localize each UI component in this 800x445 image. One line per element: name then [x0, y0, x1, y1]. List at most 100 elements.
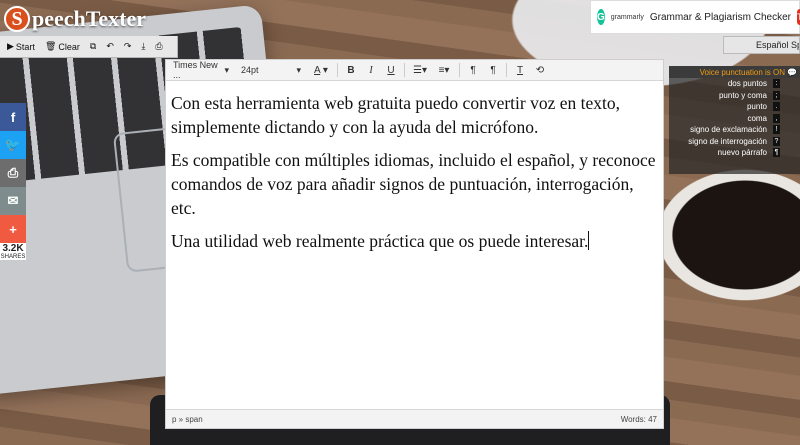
punctuation-item: dos puntos:	[669, 78, 800, 90]
paragraph: Es compatible con múltiples idiomas, inc…	[171, 150, 656, 218]
word-count: Words: 47	[620, 414, 657, 424]
italic-button[interactable]: I	[361, 62, 381, 79]
paragraph-text: Una utilidad web realmente práctica que …	[171, 231, 589, 251]
numbered-list-button[interactable]: ≡▾	[432, 62, 456, 79]
undo-button[interactable]: ↶	[103, 38, 117, 56]
undo-icon: ↶	[106, 41, 114, 51]
element-path: p » span	[172, 414, 203, 424]
download-button[interactable]: ⤓	[138, 38, 148, 56]
punctuation-symbol: !	[773, 125, 780, 135]
main-toolbar: ▶ Start 🗑 Clear ⧉ ↶ ↷ ⤓ ⎙	[0, 36, 178, 58]
start-button[interactable]: ▶ Start	[4, 38, 38, 56]
bullet-list-icon: ☰▾	[413, 64, 427, 76]
voice-punctuation-header[interactable]: Voice punctuation is ON 💬	[669, 66, 800, 78]
facebook-icon: f	[10, 109, 16, 125]
share-count: 3.2K SHARES	[0, 243, 26, 260]
punctuation-name: signo de exclamación	[690, 125, 767, 135]
print-icon: ⎙	[155, 41, 163, 51]
voice-punctuation-status: Voice punctuation is ON	[699, 67, 786, 77]
email-icon: ✉	[7, 193, 19, 208]
text-color-button[interactable]: A ▾	[308, 62, 334, 79]
editor-toolbar: Times New ... ▾ 24pt ▾ A ▾ B I U ☰▾ ≡▾ ¶…	[166, 60, 663, 81]
punctuation-item: punto y coma;	[669, 90, 800, 102]
print-button[interactable]: ⎙	[152, 38, 165, 56]
download-icon: ⤓	[141, 41, 146, 51]
numbered-list-icon: ≡▾	[438, 64, 450, 76]
paragraph-rtl-icon: ¶	[490, 64, 496, 76]
punctuation-name: coma	[747, 113, 767, 123]
paragraph: Con esta herramienta web gratuita puedo …	[171, 93, 621, 137]
italic-icon: I	[369, 64, 373, 76]
history-button[interactable]: ⟲	[530, 62, 550, 79]
redo-icon: ↷	[123, 41, 132, 51]
copy-icon: ⧉	[89, 41, 97, 51]
app-logo[interactable]: S peechTexter	[0, 0, 180, 38]
toolbar-divider	[459, 63, 460, 77]
clear-button[interactable]: 🗑 Clear	[42, 38, 83, 56]
twitter-icon: 🐦	[4, 137, 22, 152]
font-family-select[interactable]: Times New ... ▾	[170, 60, 232, 80]
start-label: Start	[15, 41, 35, 52]
punctuation-symbol: ¶	[773, 148, 780, 158]
email-share-button[interactable]: ✉	[0, 187, 26, 215]
punctuation-name: dos puntos	[727, 79, 767, 89]
toolbar-divider	[404, 63, 405, 77]
punctuation-symbol: ,	[773, 113, 780, 123]
chevron-down-icon: ▾	[296, 64, 301, 75]
print-share-button[interactable]: ⎙	[0, 159, 26, 187]
speech-bubble-icon: 💬	[787, 67, 797, 77]
punctuation-item: punto.	[669, 101, 800, 113]
punctuation-item: coma,	[669, 113, 800, 125]
logo-text: peechTexter	[32, 6, 147, 31]
bullet-list-button[interactable]: ☰▾	[408, 62, 432, 79]
paragraph-ltr-icon: ¶	[470, 64, 476, 76]
punctuation-name: punto y coma	[718, 90, 767, 100]
voice-punctuation-panel: Voice punctuation is ON 💬 dos puntos: pu…	[669, 66, 800, 174]
clear-format-button[interactable]: T	[510, 62, 530, 79]
editor-content[interactable]: Con esta herramienta web gratuita puedo …	[166, 81, 663, 409]
facebook-share-button[interactable]: f	[0, 103, 26, 131]
font-size-value: 24pt	[241, 65, 259, 75]
punctuation-symbol: ?	[773, 136, 780, 146]
redo-button[interactable]: ↷	[121, 38, 135, 56]
toolbar-divider	[337, 63, 338, 77]
history-icon: ⟲	[535, 64, 545, 76]
copy-button[interactable]: ⧉	[87, 38, 99, 56]
ltr-button[interactable]: ¶	[463, 62, 483, 79]
text-editor: Times New ... ▾ 24pt ▾ A ▾ B I U ☰▾ ≡▾ ¶…	[165, 59, 664, 429]
ad-text: Grammar & Plagiarism Checker	[649, 11, 791, 23]
bold-button[interactable]: B	[341, 62, 361, 79]
grammarly-ad[interactable]: G grammarly Grammar & Plagiarism Checker…	[590, 0, 800, 34]
punctuation-symbol: .	[773, 102, 780, 112]
more-share-button[interactable]: +	[0, 215, 26, 243]
grammarly-logo-icon: G	[597, 9, 605, 25]
clear-format-icon: T	[516, 64, 524, 76]
clear-label: Clear	[58, 41, 80, 52]
punctuation-name: punto	[746, 102, 767, 112]
language-select[interactable]: Español Spain	[723, 36, 800, 54]
editor-statusbar: p » span Words: 47	[166, 409, 663, 428]
punctuation-symbol: :	[773, 79, 780, 89]
ad-brand: grammarly	[610, 13, 644, 21]
text-color-icon: A ▾	[314, 64, 328, 76]
share-count-label: SHARES	[0, 254, 26, 260]
twitter-share-button[interactable]: 🐦	[0, 131, 26, 159]
bold-icon: B	[347, 64, 355, 76]
punctuation-name: nuevo párrafo	[717, 148, 767, 158]
underline-button[interactable]: U	[381, 62, 401, 79]
logo-mark: S	[4, 6, 30, 32]
punctuation-symbol: ;	[773, 90, 780, 100]
plus-icon: +	[9, 221, 17, 237]
trash-icon: 🗑	[44, 41, 57, 51]
font-family-value: Times New ...	[173, 60, 218, 80]
punctuation-name: signo de interrogación	[688, 136, 767, 146]
rtl-button[interactable]: ¶	[483, 62, 503, 79]
underline-icon: U	[387, 64, 395, 76]
punctuation-item: nuevo párrafo ¶	[669, 147, 800, 159]
punctuation-item: signo de interrogación?	[669, 136, 800, 148]
font-size-select[interactable]: 24pt ▾	[238, 62, 304, 79]
punctuation-item: signo de exclamación!	[669, 124, 800, 136]
paragraph: Una utilidad web realmente práctica que …	[171, 229, 659, 253]
share-count-number: 3.2K	[0, 243, 26, 254]
toolbar-divider	[506, 63, 507, 77]
